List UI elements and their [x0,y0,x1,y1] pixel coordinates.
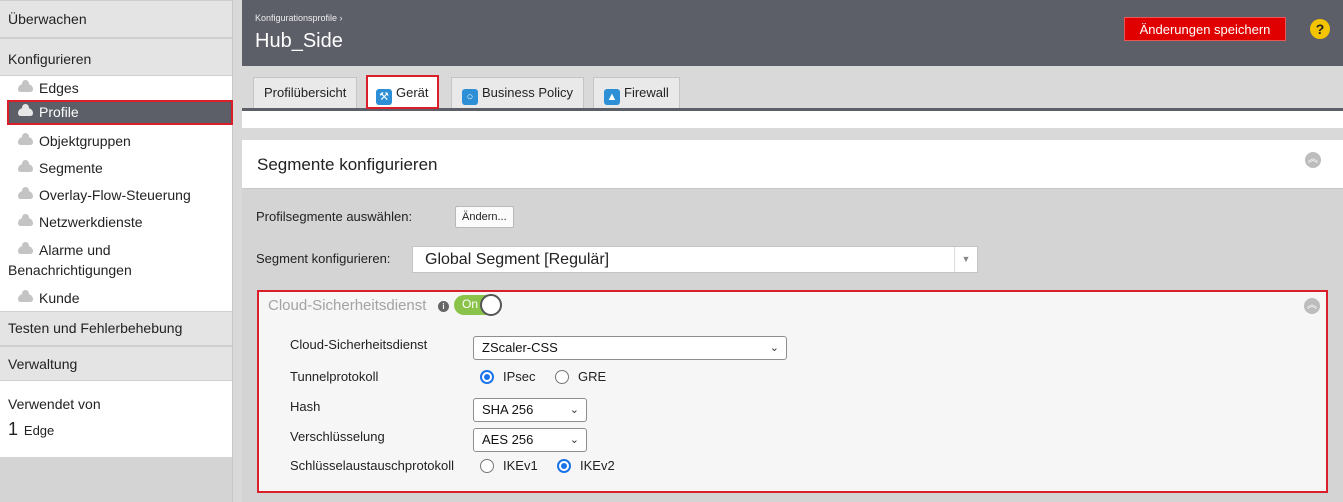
used-by-count: 1 [8,419,19,439]
cloud-icon [18,80,33,92]
tab-firewall[interactable]: ▲ Firewall [593,77,680,108]
cloud-icon [18,187,33,199]
radio-ikev2[interactable] [557,459,571,473]
sidebar: Überwachen Konfigurieren Edges Profile O… [0,0,233,502]
encryption-label: Verschlüsselung [290,429,385,444]
tunnel-protocol-label: Tunnelprotokoll [290,369,379,384]
cloud-icon [18,214,33,226]
page-title: Hub_Side [255,30,343,52]
ike-protocol-label: Schlüsselaustauschprotokoll [290,458,455,473]
tab-bar: Profilübersicht ⚒ Gerät ○ Business Policy … [242,66,1343,111]
section-title: Segmente konfigurieren [257,155,438,174]
sidebar-item-label: Alarme und [39,242,111,258]
sidebar-section-configure[interactable]: Konfigurieren [0,38,232,76]
tab-content-strip [242,111,1343,128]
wrench-icon: ⚒ [376,89,392,105]
sidebar-section-admin-label: Verwaltung [8,356,78,372]
service-select[interactable]: ZScaler-CSS ⌄ [473,336,787,360]
used-by-label: Verwendet von [8,396,101,412]
radio-gre-label: GRE [578,369,607,384]
collapse-icon[interactable]: ︽ [1304,298,1320,314]
sidebar-item-edges[interactable]: Edges [8,77,232,100]
breadcrumb[interactable]: Konfigurationsprofile › [255,13,343,23]
sidebar-item-label: Edges [39,80,79,96]
service-label: Cloud-Sicherheitsdienst [290,337,428,352]
radio-ikev1-label: IKEv1 [503,458,538,473]
segments-panel-header: Segmente konfigurieren ︽ [242,140,1343,189]
info-icon[interactable]: i [438,301,449,312]
chevron-down-icon: ⌄ [769,342,779,354]
tab-label: Business Policy [482,85,574,100]
tab-label: Gerät [396,85,429,100]
ribbon-icon: ○ [462,89,478,105]
sidebar-item-label: Overlay-Flow-Steuerung [39,187,191,203]
save-changes-button[interactable]: Änderungen speichern [1124,17,1286,41]
segments-panel: Segmente konfigurieren ︽ Profilsegmente … [242,140,1343,502]
tab-business-policy[interactable]: ○ Business Policy [451,77,585,108]
cloud-icon [18,133,33,145]
hash-label: Hash [290,399,321,414]
radio-ipsec-label: IPsec [503,369,536,384]
service-select-value: ZScaler-CSS [482,340,558,355]
sidebar-item-object-groups[interactable]: Objektgruppen [8,130,232,153]
segment-select-value: Global Segment [Regulär] [425,251,610,268]
sidebar-item-alerts-line2[interactable]: Benachrichtigungen [0,259,224,282]
sidebar-item-profile[interactable]: Profile [7,100,233,125]
sidebar-section-configure-label: Konfigurieren [8,51,92,67]
toggle-knob [480,294,502,316]
fire-icon: ▲ [604,89,620,105]
tab-profile-overview[interactable]: Profilübersicht [253,77,358,108]
encryption-select-value: AES 256 [482,432,534,447]
sidebar-item-overlay-flow-control[interactable]: Overlay-Flow-Steuerung [8,184,232,207]
sidebar-item-label: Segmente [39,160,103,176]
radio-ikev2-label: IKEv2 [580,458,615,473]
used-by-panel: Verwendet von 1 Edge [0,381,232,457]
radio-ikev1[interactable] [480,459,494,473]
sidebar-item-label: Profile [39,104,79,120]
sidebar-item-label: Netzwerkdienste [39,214,143,230]
hash-select-value: SHA 256 [482,402,534,417]
cloud-security-panel: Cloud-Sicherheitsdienst i On ︽ Cloud-Sic… [257,290,1328,493]
configure-segment-label: Segment konfigurieren: [256,251,391,266]
sidebar-item-customer[interactable]: Kunde [8,287,232,310]
sidebar-item-segments[interactable]: Segmente [8,157,232,180]
chevron-down-icon: ⌄ [569,404,579,416]
question-icon[interactable]: ? [1310,19,1330,39]
sidebar-item-label: Benachrichtigungen [8,262,132,278]
sidebar-item-network-services[interactable]: Netzwerkdienste [8,211,232,234]
tab-device[interactable]: ⚒ Gerät [366,75,439,109]
tab-label: Profilübersicht [264,85,347,100]
sidebar-section-monitor[interactable]: Überwachen [0,0,232,38]
radio-gre[interactable] [555,370,569,384]
used-by-unit[interactable]: Edge [24,423,54,438]
hash-select[interactable]: SHA 256 ⌄ [473,398,587,422]
chevron-down-icon: ⌄ [569,434,579,446]
cloud-icon [18,104,33,116]
encryption-select[interactable]: AES 256 ⌄ [473,428,587,452]
used-by-count-row: 1 Edge [8,419,54,440]
sidebar-item-label: Objektgruppen [39,133,131,149]
cloud-icon [18,242,33,254]
cloud-icon [18,290,33,302]
sidebar-section-test[interactable]: Testen und Fehlerbehebung [0,311,232,346]
tab-label: Firewall [624,85,669,100]
cloud-icon [18,160,33,172]
page-header: Konfigurationsprofile › Hub_Side Änderun… [242,0,1343,66]
change-segments-button[interactable]: Ändern... [455,206,514,228]
sidebar-section-admin[interactable]: Verwaltung [0,346,232,381]
radio-ipsec[interactable] [480,370,494,384]
chevron-down-icon: ▼ [954,247,977,272]
collapse-icon[interactable]: ︽ [1305,152,1321,168]
toggle-label: On [462,297,479,311]
sidebar-item-label: Kunde [39,290,80,306]
cloud-security-toggle[interactable]: On [454,294,502,316]
sidebar-section-test-label: Testen und Fehlerbehebung [8,320,183,336]
sidebar-footer [0,457,232,502]
segment-select[interactable]: Global Segment [Regulär] ▼ [412,246,978,273]
sidebar-section-monitor-label: Überwachen [8,11,87,27]
profile-segments-label: Profilsegmente auswählen: [256,209,413,224]
cloud-security-title: Cloud-Sicherheitsdienst [268,297,427,314]
